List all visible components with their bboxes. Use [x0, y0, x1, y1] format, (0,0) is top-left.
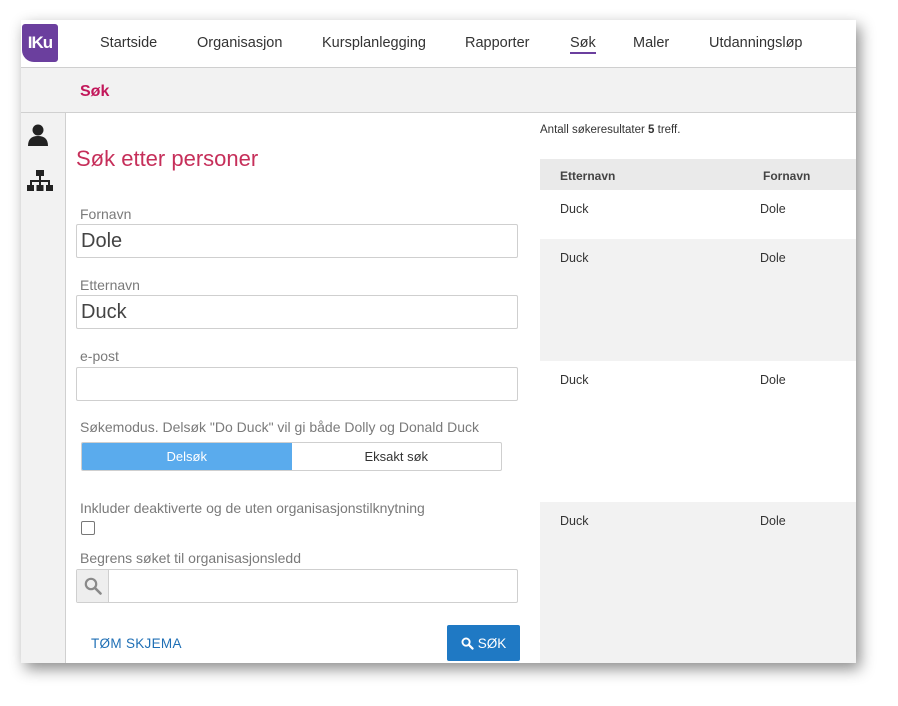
mode-partial-button[interactable]: Delsøk	[82, 443, 292, 470]
search-icon	[77, 570, 109, 602]
iku-logo[interactable]: IKu	[22, 24, 58, 62]
limit-org-label: Begrens søket til organisasjonsledd	[80, 550, 302, 566]
nav-startside[interactable]: Startside	[100, 35, 157, 51]
table-row[interactable]: Duck Dole	[540, 502, 856, 663]
first-name-label: Fornavn	[80, 206, 132, 222]
mode-exact-button[interactable]: Eksakt søk	[292, 443, 502, 470]
logo-text: IKu	[27, 33, 53, 52]
cell-first-name: Dole	[760, 514, 786, 528]
page-title: Søk	[80, 83, 110, 100]
user-icon[interactable]	[27, 123, 49, 152]
cell-last-name: Duck	[560, 514, 589, 528]
cell-last-name: Duck	[560, 202, 589, 216]
nav-utdanningslop[interactable]: Utdanningsløp	[709, 35, 803, 51]
include-inactive-checkbox[interactable]	[81, 521, 95, 535]
search-form-panel: Søk etter personer Fornavn Etternavn e-p…	[65, 113, 531, 663]
cell-first-name: Dole	[760, 373, 786, 387]
table-row[interactable]: Duck Dole	[540, 361, 856, 502]
top-navigation: IKu Startside Organisasjon Kursplanleggi…	[21, 20, 856, 68]
app-window: IKu Startside Organisasjon Kursplanleggi…	[21, 20, 856, 663]
column-header-last-name[interactable]: Etternavn	[560, 169, 615, 183]
result-count-prefix: Antall søkeresultater	[540, 124, 645, 136]
first-name-input[interactable]	[76, 224, 518, 258]
org-chart-icon[interactable]	[27, 169, 53, 198]
org-unit-search[interactable]	[76, 569, 518, 603]
column-header-first-name[interactable]: Fornavn	[763, 169, 810, 183]
results-panel: Antall søkeresultater 5 treff. Etternavn…	[529, 113, 856, 663]
form-heading: Søk etter personer	[76, 146, 259, 171]
result-count-number: 5	[648, 124, 655, 136]
nav-kursplanlegging[interactable]: Kursplanlegging	[322, 35, 426, 51]
cell-last-name: Duck	[560, 373, 589, 387]
result-count: Antall søkeresultater 5 treff.	[540, 124, 680, 136]
page-header: Søk	[21, 68, 856, 113]
nav-rapporter[interactable]: Rapporter	[465, 35, 529, 51]
nav-maler[interactable]: Maler	[633, 35, 669, 51]
search-icon	[461, 637, 474, 650]
results-table-header: Etternavn Fornavn	[540, 159, 856, 190]
search-mode-label: Søkemodus. Delsøk "Do Duck" vil gi både …	[80, 419, 479, 435]
result-count-suffix: treff.	[657, 124, 681, 136]
nav-sok[interactable]: Søk	[570, 35, 596, 54]
last-name-input[interactable]	[76, 295, 518, 329]
left-icon-rail	[21, 113, 65, 663]
search-button-label: SØK	[477, 635, 507, 651]
include-inactive-label: Inkluder deaktiverte og de uten organisa…	[80, 500, 425, 516]
cell-last-name: Duck	[560, 251, 589, 265]
cell-first-name: Dole	[760, 202, 786, 216]
table-row[interactable]: Duck Dole	[540, 239, 856, 361]
table-row[interactable]: Duck Dole	[540, 190, 856, 239]
clear-form-button[interactable]: TØM SKJEMA	[91, 636, 182, 651]
email-input[interactable]	[76, 367, 518, 401]
nav-organisasjon[interactable]: Organisasjon	[197, 35, 282, 51]
cell-first-name: Dole	[760, 251, 786, 265]
email-label: e-post	[80, 348, 119, 364]
search-mode-toggle: Delsøk Eksakt søk	[81, 442, 502, 471]
search-button[interactable]: SØK	[447, 625, 520, 661]
last-name-label: Etternavn	[80, 277, 140, 293]
